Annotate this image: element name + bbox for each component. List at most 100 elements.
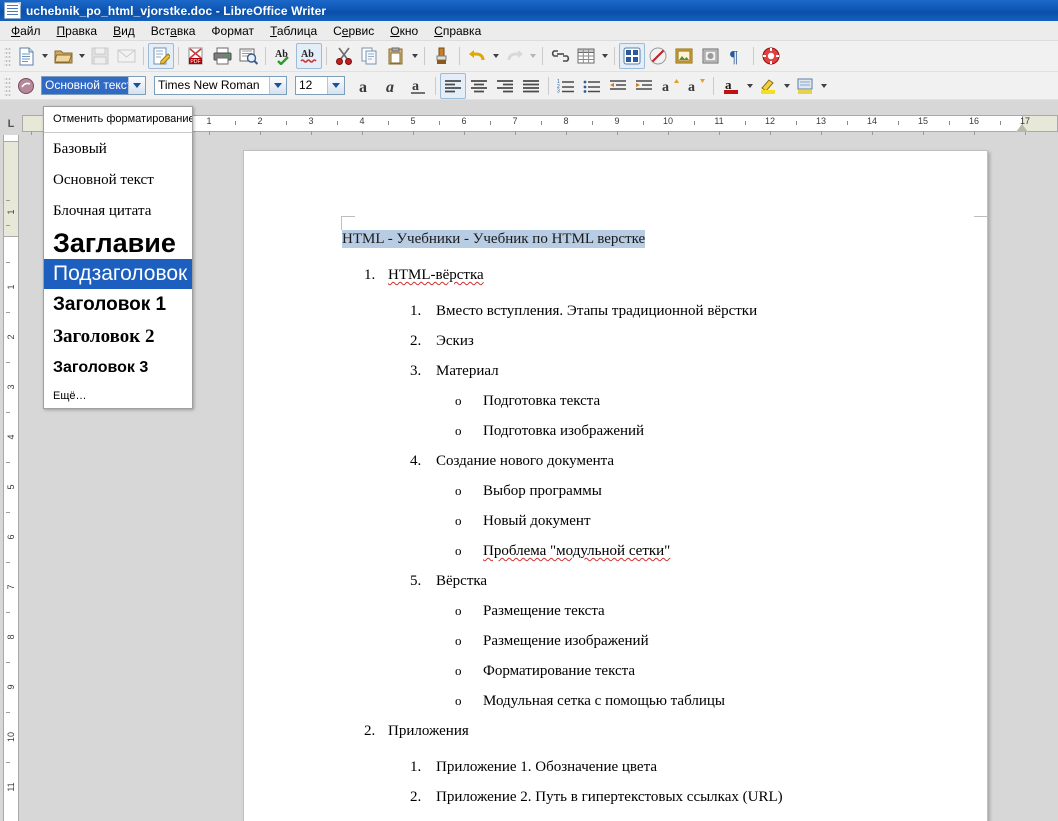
open-folder-dropdown-arrow[interactable] [76, 44, 87, 68]
undo-dropdown-arrow[interactable] [490, 44, 501, 68]
outline-item-level-2[interactable]: 1. Приложение 1. Обозначение цвета [410, 759, 957, 789]
italic-icon[interactable]: a [379, 73, 405, 99]
style-item-body-text[interactable]: Основной текст [44, 165, 192, 196]
insert-image-icon[interactable] [697, 43, 723, 69]
font-color-dropdown-arrow[interactable] [744, 74, 755, 98]
gallery-icon[interactable] [671, 43, 697, 69]
style-item-title[interactable]: Заглавие [44, 227, 192, 259]
insert-field-icon[interactable] [645, 43, 671, 69]
email-icon[interactable] [113, 43, 139, 69]
outline-item-level-3[interactable]: o Модульная сетка с помощью таблицы [455, 693, 957, 723]
outline-item-level-2[interactable]: 2. Приложение 2. Путь в гипертекстовых сс… [410, 789, 957, 819]
menu-file[interactable]: ФФайлайл [3, 23, 49, 39]
menu-view[interactable]: Вид [105, 23, 143, 39]
font-size-combo[interactable]: 12 [295, 76, 345, 95]
font-name-dropdown-arrow[interactable] [269, 77, 286, 94]
decrease-indent-icon[interactable] [605, 73, 631, 99]
autospellcheck-icon[interactable]: Ab [296, 43, 322, 69]
outline-item-level-3[interactable]: o Подготовка текста [455, 393, 957, 423]
menu-insert[interactable]: Вставка [143, 23, 204, 39]
document-outline-list[interactable]: 1. HTML-вёрстка 1. Вместо вступления. Этапы… [342, 267, 957, 819]
style-item-clear-formatting[interactable]: Отменить форматирование [44, 107, 192, 131]
right-indent-marker[interactable] [1016, 124, 1028, 132]
background-color-icon[interactable] [792, 73, 818, 99]
menu-tools[interactable]: Сервис [325, 23, 382, 39]
style-item-more[interactable]: Ещё… [44, 383, 192, 408]
outline-item-level-1[interactable]: 2. Приложения [364, 723, 957, 759]
edit-mode-icon[interactable] [148, 43, 174, 69]
formatting-marks-icon[interactable]: ¶ [723, 43, 749, 69]
style-item-subtitle[interactable]: Подзаголовок [44, 259, 192, 289]
menu-format[interactable]: Формат [203, 23, 262, 39]
background-color-dropdown-arrow[interactable] [818, 74, 829, 98]
increase-spacing-icon[interactable]: a [657, 73, 683, 99]
tab-stop-selector[interactable]: L [0, 113, 22, 135]
insert-special-char-icon[interactable] [619, 43, 645, 69]
paragraph-style-combo[interactable]: Основной текст [41, 76, 146, 95]
bold-icon[interactable]: a [353, 73, 379, 99]
outline-item-level-3[interactable]: o Размещение изображений [455, 633, 957, 663]
style-items-container[interactable]: Базовый Основной текст Блочная цитата Загла… [44, 134, 192, 383]
font-size-dropdown-arrow[interactable] [327, 77, 344, 94]
outline-item-level-3[interactable]: o Проблема "модульной сетки" [455, 543, 957, 573]
menu-table[interactable]: Таблица [262, 23, 325, 39]
align-left-icon[interactable] [440, 72, 466, 99]
help-icon[interactable] [758, 43, 784, 69]
unordered-list-icon[interactable] [579, 73, 605, 99]
toolbar-grip[interactable] [4, 75, 11, 96]
insert-table-icon[interactable] [573, 43, 599, 69]
open-folder-icon[interactable] [50, 43, 76, 69]
outline-item-level-3[interactable]: o Размещение текста [455, 603, 957, 633]
toolbar-grip[interactable] [4, 46, 11, 66]
menu-window[interactable]: Окно [382, 23, 426, 39]
apply-style-icon[interactable] [13, 73, 39, 99]
increase-indent-icon[interactable] [631, 73, 657, 99]
outline-item-level-3[interactable]: o Новый документ [455, 513, 957, 543]
outline-item-level-3[interactable]: o Выбор программы [455, 483, 957, 513]
style-item-heading-1[interactable]: Заголовок 1 [44, 289, 192, 321]
paste-icon[interactable] [383, 43, 409, 69]
ordered-list-icon[interactable]: 123 [553, 73, 579, 99]
redo-dropdown-arrow[interactable] [527, 44, 538, 68]
outline-item-level-2[interactable]: 3. Материал [410, 363, 957, 393]
new-document-icon[interactable] [13, 43, 39, 69]
align-center-icon[interactable] [466, 73, 492, 99]
style-item-heading-3[interactable]: Заголовок 3 [44, 353, 192, 383]
outline-item-level-3[interactable]: o Подготовка изображений [455, 423, 957, 453]
insert-table-dropdown-arrow[interactable] [599, 44, 610, 68]
export-pdf-icon[interactable]: PDF [183, 43, 209, 69]
outline-item-level-1[interactable]: 1. HTML-вёрстка [364, 267, 957, 303]
cut-icon[interactable] [331, 43, 357, 69]
save-icon[interactable] [87, 43, 113, 69]
new-document-dropdown-arrow[interactable] [39, 44, 50, 68]
menu-edit[interactable]: Правка [49, 23, 106, 39]
align-right-icon[interactable] [492, 73, 518, 99]
font-color-icon[interactable]: a [718, 73, 744, 99]
outline-item-level-3[interactable]: o Форматирование текста [455, 663, 957, 693]
document-text[interactable]: HTML - Учебники - Учебник по HTML верстк… [342, 230, 957, 819]
outline-item-level-2[interactable]: 2. Эскиз [410, 333, 957, 363]
style-item-heading-2[interactable]: Заголовок 2 [44, 321, 192, 353]
paragraph-style-dropdown[interactable]: Отменить форматирование Базовый Основной … [43, 106, 193, 409]
clone-formatting-icon[interactable] [429, 43, 455, 69]
outline-item-level-2[interactable]: 1. Вместо вступления. Этапы традиционной … [410, 303, 957, 333]
outline-item-level-2[interactable]: 4. Создание нового документа [410, 453, 957, 483]
print-preview-icon[interactable] [235, 43, 261, 69]
style-item-block-quote[interactable]: Блочная цитата [44, 196, 192, 227]
document-title-line[interactable]: HTML - Учебники - Учебник по HTML верстк… [342, 230, 957, 267]
outline-item-level-2[interactable]: 5. Вёрстка [410, 573, 957, 603]
highlight-color-icon[interactable] [755, 73, 781, 99]
copy-icon[interactable] [357, 43, 383, 69]
paste-dropdown-arrow[interactable] [409, 44, 420, 68]
align-justify-icon[interactable] [518, 73, 544, 99]
undo-icon[interactable] [464, 43, 490, 69]
style-item-default[interactable]: Базовый [44, 134, 192, 165]
font-name-combo[interactable]: Times New Roman [154, 76, 287, 95]
redo-icon[interactable] [501, 43, 527, 69]
hyperlink-icon[interactable] [547, 43, 573, 69]
underline-icon[interactable]: a [405, 73, 431, 99]
vertical-ruler[interactable]: 1 1 2 3 4 5 6 7 8 9 10 11 [0, 135, 22, 821]
paragraph-style-dropdown-arrow[interactable] [128, 77, 145, 94]
spelling-icon[interactable]: Ab [270, 43, 296, 69]
highlight-color-dropdown-arrow[interactable] [781, 74, 792, 98]
